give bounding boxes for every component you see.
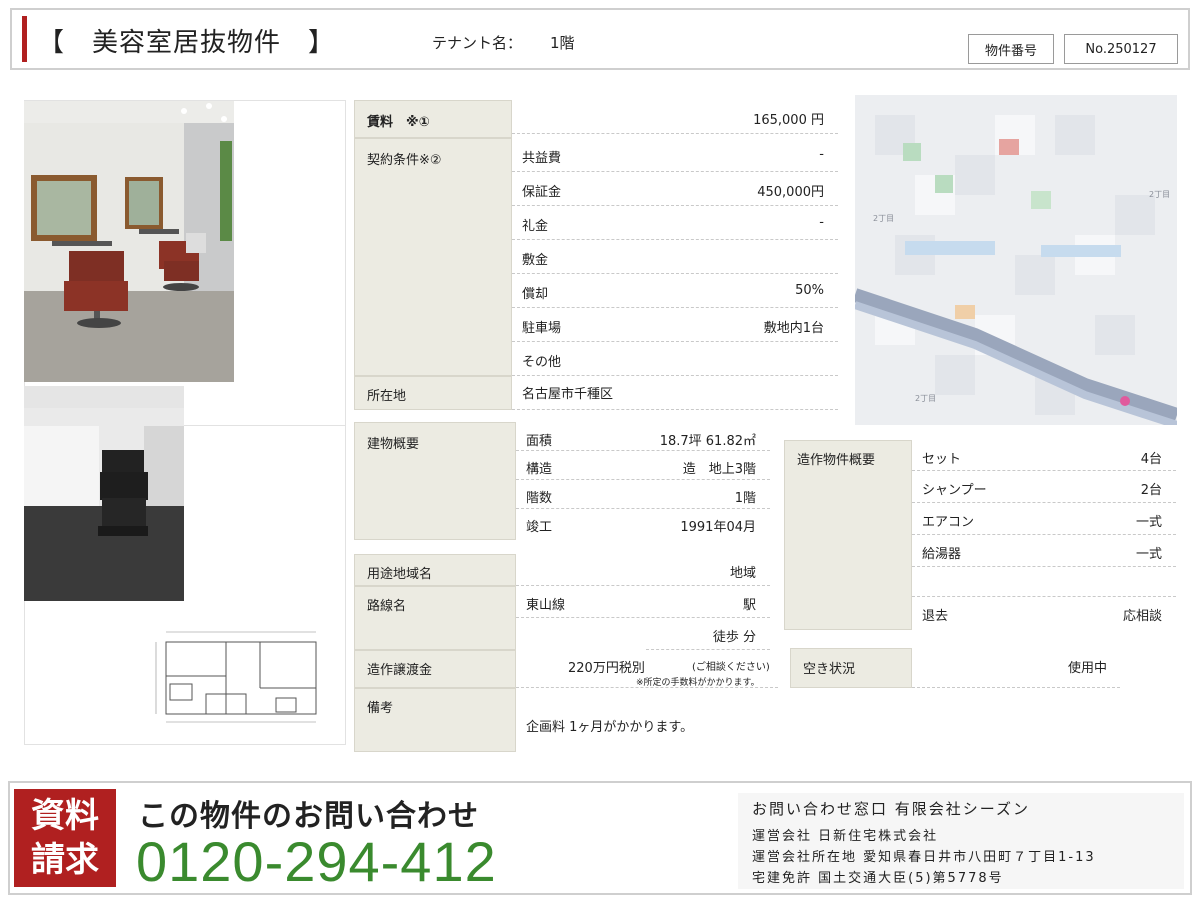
fixture-item-label: セット (922, 452, 962, 467)
remarks-label: 備考 (354, 688, 516, 752)
fixture-item-set: セット 4台 (912, 440, 1176, 471)
request-materials-button[interactable]: 資料 請求 (14, 789, 116, 887)
transfer-note: ※所定の手数料がかかります。 (636, 678, 760, 688)
property-number-label: 物件番号 (968, 34, 1054, 64)
fixture-item-empty (912, 567, 1176, 597)
building-item-value: 18.7坪 61.82㎡ (659, 434, 756, 449)
building-item-value: 1階 (734, 491, 756, 506)
contract-item-amortization: 償却 50% (512, 274, 838, 308)
contract-item-label: 償却 (522, 287, 549, 302)
contract-item-value: - (819, 147, 824, 162)
company-info: お問い合わせ窓口 有限会社シーズン 運営会社 日新住宅株式会社 運営会社所在地 … (738, 793, 1184, 889)
building-item-area: 面積 18.7坪 61.82㎡ (516, 422, 770, 451)
building-item-label: 構造 (526, 462, 553, 477)
fixture-item-shampoo: シャンプー 2台 (912, 471, 1176, 503)
svg-text:2丁目: 2丁目 (1149, 190, 1170, 199)
contract-item-security-deposit: 敷金 (512, 240, 838, 274)
contract-item-label: 礼金 (522, 219, 549, 234)
transfer-consult: (ご相談ください) (692, 662, 770, 673)
company-line-license: 宅建免許 国土交通大臣(5)第5778号 (752, 871, 1004, 886)
salon-interior-photo (24, 101, 234, 382)
zoning-label: 用途地域名 (354, 554, 516, 586)
fixture-item-value: 応相談 (1122, 609, 1162, 624)
rent-value: 165,000 円 (753, 113, 824, 128)
phone-number[interactable]: 0120-294-412 (136, 829, 497, 894)
fixture-item-label: エアコン (922, 515, 975, 530)
company-line-address: 運営会社所在地 愛知県春日井市八田町７丁目1-13 (752, 850, 1096, 865)
company-line-contact: お問い合わせ窓口 有限会社シーズン (752, 800, 1031, 818)
page-title: 【 美容室居抜物件 】 (38, 28, 336, 58)
contract-item-label: その他 (522, 355, 562, 370)
contract-item-label: 駐車場 (522, 321, 562, 336)
route-walk: 徒歩 分 (712, 630, 756, 645)
contract-item-key-money: 礼金 - (512, 206, 838, 240)
request-line-2: 請求 (31, 840, 99, 880)
header-accent-bar (22, 16, 27, 62)
contract-item-common-fee: 共益費 - (512, 138, 838, 172)
fixture-item-value: 2台 (1140, 483, 1162, 498)
fixture-item-value: 一式 (1135, 547, 1162, 562)
fixture-item-aircon: エアコン 一式 (912, 503, 1176, 535)
contract-item-other: その他 (512, 342, 838, 376)
vacancy-row: 使用中 (912, 648, 1120, 688)
floor-plan-image (140, 618, 326, 743)
fixture-item-value: 一式 (1135, 515, 1162, 530)
fixtures-label: 造作物件概要 (784, 440, 912, 630)
route-label: 路線名 (354, 586, 516, 650)
vacancy-value: 使用中 (1068, 661, 1108, 676)
contract-item-deposit: 保証金 450,000円 (512, 172, 838, 206)
transfer-value: 220万円税別 (568, 661, 645, 676)
building-item-label: 階数 (526, 491, 553, 506)
route-station: 駅 (742, 598, 756, 613)
location-row: 名古屋市千種区 (512, 376, 838, 410)
zoning-value: 地域 (729, 566, 756, 581)
contract-item-label: 保証金 (522, 185, 562, 200)
company-line-operator: 運営会社 日新住宅株式会社 (752, 829, 939, 844)
fixture-item-label: 給湯器 (922, 547, 962, 562)
contract-item-value: 50% (795, 283, 824, 298)
fixture-item-label: シャンプー (922, 483, 987, 498)
contract-item-value: - (819, 215, 824, 230)
rent-label: 賃料 ※① (354, 100, 512, 138)
building-item-label: 面積 (526, 434, 553, 449)
building-item-floors: 階数 1階 (516, 480, 770, 509)
transfer-row: 220万円税別 (ご相談ください) ※所定の手数料がかかります。 (516, 650, 778, 688)
tenant-label: テナント名： (432, 34, 523, 52)
contract-item-parking: 駐車場 敷地内1台 (512, 308, 838, 342)
location-value: 名古屋市千種区 (522, 387, 614, 402)
building-item-structure: 構造 造 地上3階 (516, 451, 770, 480)
page-header: 【 美容室居抜物件 】 テナント名： 1階 物件番号 No.250127 (10, 8, 1190, 70)
property-number-value: No.250127 (1064, 34, 1178, 64)
building-item-label: 竣工 (526, 520, 553, 535)
rent-row: 165,000 円 (512, 100, 838, 134)
request-line-1: 資料 (31, 796, 99, 836)
svg-text:2丁目: 2丁目 (915, 394, 936, 403)
contract-item-label: 共益費 (522, 151, 562, 166)
contract-label: 契約条件※② (354, 138, 512, 376)
building-item-completion: 竣工 1991年04月 (516, 509, 770, 540)
fixture-item-water-heater: 給湯器 一式 (912, 535, 1176, 567)
remarks-value: 企画料 1ヶ月がかかります。 (526, 720, 694, 735)
zoning-row: 地域 (516, 554, 770, 586)
fixture-item-move-out: 退去 応相談 (912, 597, 1176, 630)
route-walk-row: 徒歩 分 (646, 618, 770, 650)
contract-item-value: 450,000円 (757, 185, 824, 200)
contract-item-label: 敷金 (522, 253, 549, 268)
fixture-item-value: 4台 (1140, 452, 1162, 467)
location-map: 2丁目 2丁目 2丁目 (855, 95, 1177, 425)
contract-item-value: 敷地内1台 (763, 321, 824, 336)
building-item-value: 造 地上3階 (682, 462, 756, 477)
route-line-row: 東山線 駅 (516, 586, 770, 618)
svg-text:2丁目: 2丁目 (873, 214, 894, 223)
route-line: 東山線 (526, 598, 566, 613)
location-label: 所在地 (354, 376, 512, 410)
building-label: 建物概要 (354, 422, 516, 540)
tenant-value: 1階 (550, 34, 575, 52)
shampoo-chair-photo (24, 386, 184, 601)
building-item-value: 1991年04月 (680, 520, 756, 535)
vacancy-label: 空き状況 (790, 648, 912, 688)
fixture-item-label: 退去 (922, 609, 949, 624)
transfer-label: 造作譲渡金 (354, 650, 516, 688)
